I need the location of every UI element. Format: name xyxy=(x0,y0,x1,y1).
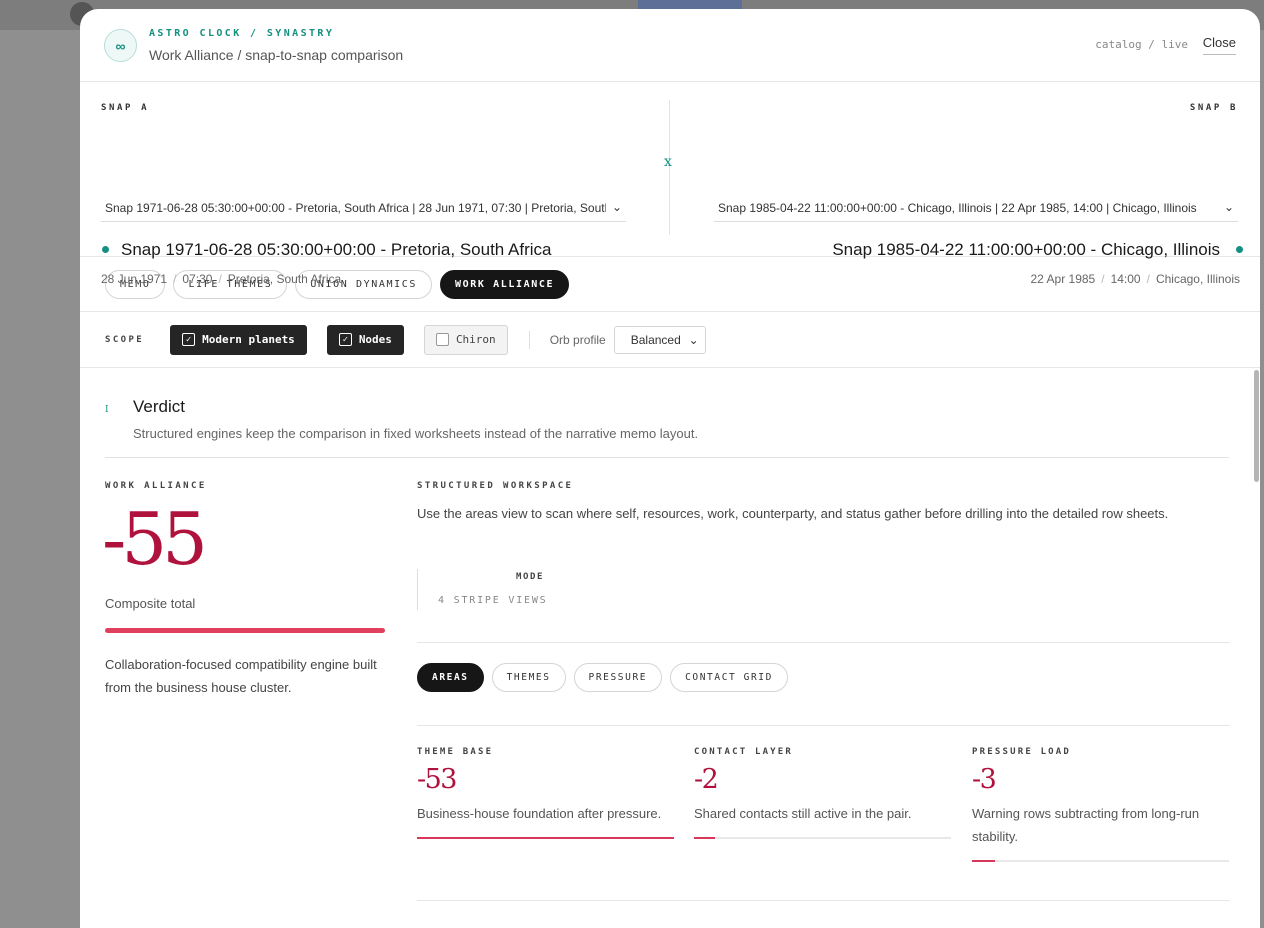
metric-fill xyxy=(694,836,715,839)
nodes-label: Nodes xyxy=(358,333,392,346)
mode-label: MODE xyxy=(516,572,545,582)
snap-b-meta: 22 Apr 1985/14:00/Chicago, Illinois xyxy=(1030,272,1241,286)
tab-work-alliance[interactable]: WORK ALLIANCE xyxy=(440,269,570,299)
workspace-label: STRUCTURED WORKSPACE xyxy=(417,481,574,491)
metric-theme-base: THEME BASE -53 Business-house foundation… xyxy=(417,747,674,839)
metric-value: -53 xyxy=(417,764,457,795)
snap-b-select[interactable]: Snap 1985-04-22 11:00:00+00:00 - Chicago… xyxy=(714,194,1238,222)
header-kicker: ASTRO CLOCK / SYNASTRY xyxy=(149,28,335,39)
snap-a-meta: 28 Jun 1971/07:30/Pretoria, South Africa xyxy=(101,272,342,286)
snap-a-date: 28 Jun 1971 xyxy=(101,272,168,286)
metric-contact-layer: CONTACT LAYER -2 Shared contacts still a… xyxy=(694,747,951,839)
snap-a-dot xyxy=(102,246,109,253)
metric-fill xyxy=(417,836,674,839)
metric-fill xyxy=(972,859,996,862)
divider xyxy=(417,642,1230,643)
view-tab-areas[interactable]: AREAS xyxy=(417,663,484,692)
metric-label: PRESSURE LOAD xyxy=(972,747,1072,757)
snap-a-select-value: Snap 1971-06-28 05:30:00+00:00 - Pretori… xyxy=(105,200,606,215)
divider xyxy=(417,900,1230,901)
scope-divider xyxy=(528,330,530,349)
orb-profile-label: Orb profile xyxy=(549,332,606,347)
composite-score-bar xyxy=(105,628,385,633)
snap-selector-panel: SNAP A Snap 1971-06-28 05:30:00+00:00 - … xyxy=(80,82,1260,286)
metric-label: THEME BASE xyxy=(417,747,494,757)
snap-b-date: 22 Apr 1985 xyxy=(1030,272,1096,286)
snap-b-label: SNAP B xyxy=(1189,103,1238,113)
metric-description: Shared contacts still active in the pair… xyxy=(694,805,912,821)
chiron-checkbox[interactable]: Chiron xyxy=(423,324,508,355)
infinity-icon: ∞ xyxy=(104,29,137,62)
verdict-description: Structured engines keep the comparison i… xyxy=(133,426,699,441)
metric-value: -2 xyxy=(694,764,719,795)
results-content: I Verdict Structured engines keep the co… xyxy=(80,368,1260,928)
snap-b-place: Chicago, Illinois xyxy=(1155,272,1240,286)
work-alliance-label: WORK ALLIANCE xyxy=(105,481,207,491)
divider xyxy=(105,457,1229,458)
snap-b-select-value: Snap 1985-04-22 11:00:00+00:00 - Chicago… xyxy=(718,200,1197,215)
mode-box: MODE 4 STRIPE VIEWS xyxy=(417,569,577,610)
verdict-title: Verdict xyxy=(133,397,185,416)
metric-description: Warning rows subtracting from long-run s… xyxy=(972,805,1200,844)
workspace-view-tabs: AREAS THEMES PRESSURE CONTACT GRID xyxy=(417,663,788,692)
orb-profile-select[interactable]: Balanced ⌄ xyxy=(613,325,706,354)
nodes-checkbox[interactable]: ✓ Nodes xyxy=(326,324,404,355)
metric-track xyxy=(972,859,1229,862)
work-alliance-description: Collaboration-focused compatibility engi… xyxy=(105,657,377,695)
metric-track xyxy=(694,836,951,839)
modern-planets-label: Modern planets xyxy=(202,333,295,346)
scope-row: SCOPE ✓ Modern planets ✓ Nodes Chiron Or… xyxy=(80,312,1260,368)
header-subtitle: Work Alliance / snap-to-snap comparison xyxy=(149,47,404,63)
catalog-status: catalog / live xyxy=(1095,38,1188,51)
modern-planets-checkbox[interactable]: ✓ Modern planets xyxy=(170,324,307,355)
metric-label: CONTACT LAYER xyxy=(694,747,794,757)
close-button[interactable]: Close xyxy=(1202,35,1236,55)
snap-a-select[interactable]: Snap 1971-06-28 05:30:00+00:00 - Pretori… xyxy=(101,194,626,222)
divider xyxy=(417,725,1230,726)
chevron-down-icon: ⌄ xyxy=(688,332,699,347)
metric-pressure-load: PRESSURE LOAD -3 Warning rows subtractin… xyxy=(972,747,1229,862)
metric-description: Business-house foundation after pressure… xyxy=(417,805,662,821)
snap-a-time: 07:30 xyxy=(182,272,213,286)
scope-label: SCOPE xyxy=(105,334,145,345)
section-number: I xyxy=(105,405,109,415)
scrollbar-thumb[interactable] xyxy=(1254,370,1259,482)
snap-a-label: SNAP A xyxy=(101,103,150,113)
unchecked-box-icon xyxy=(435,333,449,346)
snap-a-name: Snap 1971-06-28 05:30:00+00:00 - Pretori… xyxy=(121,240,552,259)
snap-b-time: 14:00 xyxy=(1110,272,1141,286)
cross-mark: x xyxy=(664,154,672,170)
chiron-label: Chiron xyxy=(455,333,496,346)
check-icon: ✓ xyxy=(182,333,196,346)
synastry-modal: ∞ ASTRO CLOCK / SYNASTRY Work Alliance /… xyxy=(80,9,1260,928)
composite-score: -55 xyxy=(102,497,208,581)
snap-a-place: Pretoria, South Africa xyxy=(227,272,342,286)
check-icon: ✓ xyxy=(338,333,352,346)
metric-value: -3 xyxy=(972,764,997,795)
snap-b-name: Snap 1985-04-22 11:00:00+00:00 - Chicago… xyxy=(832,240,1220,259)
snap-b-dot xyxy=(1236,246,1243,253)
chevron-down-icon: ⌄ xyxy=(611,200,622,214)
view-tab-contact-grid[interactable]: CONTACT GRID xyxy=(670,663,788,692)
mode-value: 4 STRIPE VIEWS xyxy=(438,595,548,606)
workspace-description: Use the areas view to scan where self, r… xyxy=(417,506,1169,521)
composite-caption: Composite total xyxy=(105,596,196,611)
view-tab-themes[interactable]: THEMES xyxy=(491,663,566,692)
view-tab-pressure[interactable]: PRESSURE xyxy=(573,663,663,692)
chevron-down-icon: ⌄ xyxy=(1223,200,1234,214)
metric-track xyxy=(417,836,674,839)
orb-profile-value: Balanced xyxy=(630,332,681,347)
modal-header: ∞ ASTRO CLOCK / SYNASTRY Work Alliance /… xyxy=(80,9,1260,82)
